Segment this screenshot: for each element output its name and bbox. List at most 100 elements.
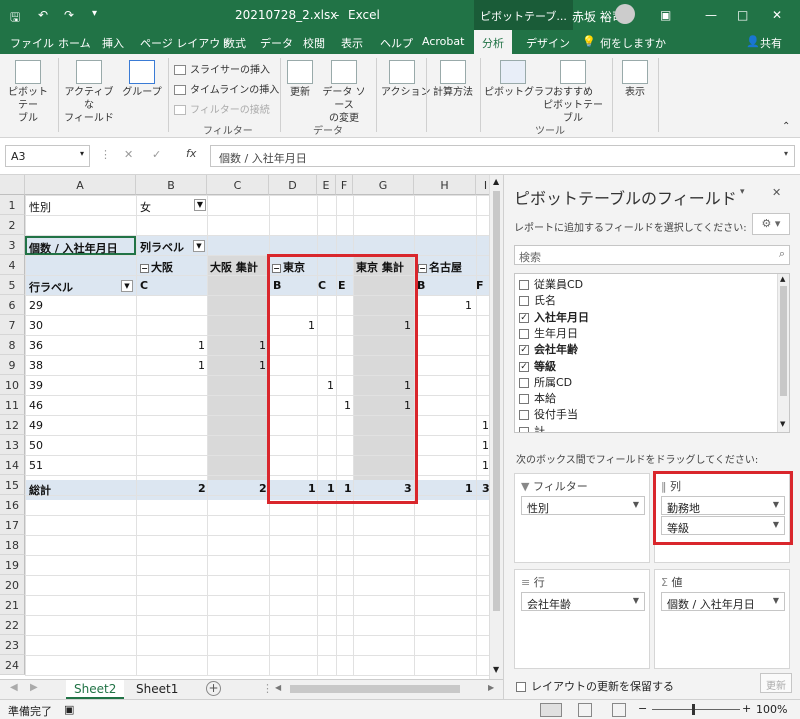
row-label[interactable]: 51 <box>29 459 43 472</box>
recommended-pivot-button[interactable]: おすすめ ピボットテーブル <box>542 60 604 125</box>
sheet-tab-sheet2[interactable]: Sheet2 <box>66 680 125 699</box>
zoom-out-icon[interactable]: − <box>638 702 647 715</box>
worksheet-grid[interactable]: A B C D E F G H I 1 2 3 4 5 6 7 8 9 10 11 12 13 14 15 1… <box>0 175 489 679</box>
tab-split-handle[interactable]: ⋮ <box>262 682 273 695</box>
field-scroll-down-icon[interactable]: ▼ <box>780 420 785 428</box>
share-icon[interactable]: 👤 <box>746 35 760 48</box>
tab-file[interactable]: ファイル <box>10 35 54 51</box>
row-header[interactable]: 5 <box>0 275 25 295</box>
scroll-thumb[interactable] <box>493 191 500 611</box>
row-label[interactable]: 29 <box>29 299 43 312</box>
cell-b3[interactable]: 列ラベル <box>140 239 184 255</box>
name-box[interactable]: A3 ▾ <box>5 145 90 167</box>
checkbox-unchecked[interactable] <box>519 426 529 432</box>
normal-view-icon[interactable] <box>540 703 562 717</box>
field-item[interactable]: 役付手当 <box>519 406 578 422</box>
active-field-button[interactable]: アクティブな フィールド <box>62 60 116 125</box>
column-header-a[interactable]: A <box>25 175 136 195</box>
show-button[interactable]: 表示 <box>618 60 652 99</box>
cell-a1[interactable]: 性別 <box>29 199 51 215</box>
macro-record-icon[interactable]: ▣ <box>64 703 74 716</box>
gear-icon[interactable]: ⚙ ▾ <box>752 213 790 235</box>
field-item[interactable]: ✓ 会社年齢 <box>519 341 578 357</box>
row-label[interactable]: 49 <box>29 419 43 432</box>
chevron-down-icon[interactable]: ▼ <box>633 596 639 605</box>
row-header[interactable]: 15 <box>0 475 25 495</box>
cell-b1[interactable]: 女 <box>140 199 151 215</box>
tab-formulas[interactable]: 数式 <box>224 35 246 51</box>
calculations-button[interactable]: 計算方法 <box>430 60 476 99</box>
row-header[interactable]: 20 <box>0 575 25 595</box>
zoom-in-icon[interactable]: + <box>742 702 751 715</box>
field-search-input[interactable]: 検索 ⌕ <box>514 245 790 265</box>
pivotchart-button[interactable]: ピボットグラフ <box>484 60 554 99</box>
cell-h4[interactable]: − 名古屋 <box>418 259 462 275</box>
value-cell[interactable]: 1 <box>198 339 205 352</box>
cell-h5[interactable]: B <box>417 279 425 292</box>
row-label[interactable]: 50 <box>29 439 43 452</box>
tab-review[interactable]: 校閲 <box>303 35 325 51</box>
total-cell[interactable]: 2 <box>198 482 206 495</box>
pane-options-icon[interactable]: ▾ <box>740 187 745 197</box>
filter-dropdown-icon[interactable]: ▼ <box>191 198 206 211</box>
collapse-icon[interactable]: − <box>418 263 427 273</box>
field-list-scrollbar[interactable]: ▲ ▼ <box>777 274 789 432</box>
redo-icon[interactable]: ↷ <box>64 8 74 22</box>
select-all-corner[interactable] <box>0 175 25 195</box>
field-scroll-thumb[interactable] <box>780 286 787 396</box>
field-item[interactable]: 本給 <box>519 390 556 406</box>
actions-button[interactable]: アクション <box>381 60 431 99</box>
page-break-view-icon[interactable] <box>612 703 626 717</box>
column-labels-dropdown-icon[interactable]: ▼ <box>190 239 205 252</box>
column-header-f[interactable]: F <box>336 175 353 195</box>
cell-c4[interactable]: 大阪 集計 <box>210 259 258 275</box>
enter-icon[interactable]: ✓ <box>152 148 161 161</box>
row-header[interactable]: 8 <box>0 335 25 355</box>
filter-connections-button[interactable]: フィルターの接続 <box>174 101 270 116</box>
column-header-g[interactable]: G <box>353 175 414 195</box>
scroll-down-icon[interactable]: ▼ <box>493 665 499 674</box>
field-scroll-up-icon[interactable]: ▲ <box>780 275 785 283</box>
tab-home[interactable]: ホーム <box>58 35 91 51</box>
update-button[interactable]: 更新 <box>760 673 792 693</box>
tell-me-search[interactable]: 何をしますか <box>600 35 666 51</box>
row-header[interactable]: 1 <box>0 195 25 215</box>
row-header[interactable]: 2 <box>0 215 25 235</box>
search-icon[interactable]: ⌕ <box>779 247 785 261</box>
value-cell[interactable]: 1 <box>482 439 489 452</box>
column-header-d[interactable]: D <box>269 175 317 195</box>
row-header[interactable]: 9 <box>0 355 25 375</box>
row-label[interactable]: 30 <box>29 319 43 332</box>
zoom-slider[interactable] <box>652 709 740 710</box>
collapse-icon[interactable]: − <box>140 263 149 273</box>
zoom-slider-thumb[interactable] <box>692 704 695 715</box>
row-header[interactable]: 18 <box>0 535 25 555</box>
row-label[interactable]: 46 <box>29 399 43 412</box>
row-header[interactable]: 11 <box>0 395 25 415</box>
row-header[interactable]: 3 <box>0 235 25 255</box>
tab-data[interactable]: データ <box>260 35 293 51</box>
change-source-button[interactable]: データ ソース の変更 <box>318 60 370 125</box>
tab-view[interactable]: 表示 <box>341 35 363 51</box>
avatar[interactable] <box>615 4 635 24</box>
page-layout-view-icon[interactable] <box>578 703 592 717</box>
checkbox-checked[interactable]: ✓ <box>519 345 529 356</box>
value-cell[interactable]: 1 <box>482 459 489 472</box>
hscroll-right-icon[interactable]: ▶ <box>488 683 494 692</box>
row-header[interactable]: 12 <box>0 415 25 435</box>
checkbox-unchecked[interactable] <box>519 394 529 405</box>
row-header[interactable]: 7 <box>0 315 25 335</box>
add-sheet-icon[interactable]: + <box>206 681 221 696</box>
expand-formula-icon[interactable]: ▾ <box>784 149 788 158</box>
column-header-b[interactable]: B <box>136 175 207 195</box>
grand-total-label[interactable]: 総計 <box>29 482 51 498</box>
zoom-level[interactable]: 100% <box>756 703 787 716</box>
row-header[interactable]: 4 <box>0 255 25 275</box>
rows-zone[interactable]: ≡ 行 会社年齢 ▼ <box>514 569 650 669</box>
row-header[interactable]: 17 <box>0 515 25 535</box>
checkbox-unchecked[interactable] <box>519 296 529 307</box>
checkbox-unchecked[interactable] <box>519 280 529 290</box>
row-item-company-age[interactable]: 会社年齢 ▼ <box>521 592 645 611</box>
share-button[interactable]: 共有 <box>760 35 782 51</box>
insert-function-icon[interactable]: fx <box>186 147 196 160</box>
